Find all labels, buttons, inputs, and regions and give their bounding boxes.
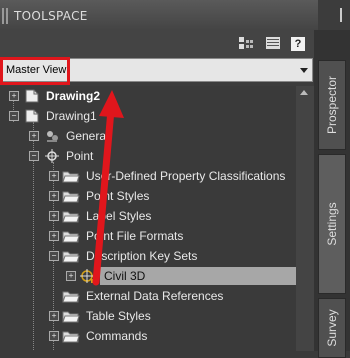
tree-item-commands[interactable]: + Commands [0,326,296,346]
expand-icon[interactable]: + [9,91,19,101]
tree-item-label: Drawing1 [46,109,97,123]
vertical-tab-strip: Prospector Settings Survey [314,30,350,358]
tree-item-drawing2[interactable]: + Drawing2 [0,86,296,106]
tree-item-general[interactable]: + General [0,126,296,146]
tree-item-point-file-formats[interactable]: + Point File Formats [0,226,296,246]
titlebar[interactable]: TOOLSPACE [0,0,318,31]
expand-icon[interactable]: + [49,211,59,221]
window-title: TOOLSPACE [14,9,88,23]
tree-item-label: Description Key Sets [86,249,198,263]
tab-label: Prospector [325,75,339,135]
tree-item-label: User-Defined Property Classifications [86,169,286,183]
item-view-icon[interactable] [238,36,254,50]
drawing-icon [24,108,40,124]
vertical-scrollbar[interactable] [296,86,314,351]
folder-icon [62,308,80,324]
folder-icon [62,288,80,304]
expand-icon[interactable]: + [66,271,76,281]
list-view-icon[interactable] [265,36,281,50]
drawing-icon [24,88,40,104]
help-button[interactable]: ? [291,37,305,51]
expand-icon[interactable]: + [49,331,59,341]
scroll-up-icon[interactable] [300,90,308,95]
tree-item-point[interactable]: − Point [0,146,296,166]
point-icon [44,148,60,164]
tree-item-drawing1[interactable]: − Drawing1 [0,106,296,126]
expand-icon[interactable]: + [49,231,59,241]
tree-item-external-data-references[interactable]: External Data References [0,286,296,306]
tree-item-label: Point Styles [86,189,150,203]
tree-item-label: Commands [86,329,148,343]
collapse-icon[interactable]: − [9,111,19,121]
tree-item-label: Label Styles [86,209,152,223]
tree-item-label: Drawing2 [46,89,101,103]
tree-item-label: Point [66,149,94,163]
collapse-icon[interactable]: − [49,251,59,261]
tree-item-label: Point File Formats [86,229,184,243]
folder-icon [62,168,80,184]
description-key-set-icon [80,268,96,284]
general-icon [44,128,60,144]
tab-prospector[interactable]: Prospector [318,60,346,150]
tree-item-civil-3d[interactable]: + Civil 3D [0,266,296,286]
tab-label: Settings [325,202,339,246]
view-selector[interactable]: Master View [0,58,313,82]
expand-icon[interactable]: + [49,191,59,201]
tree-item-point-styles[interactable]: + Point Styles [0,186,296,206]
expand-icon[interactable]: + [49,311,59,321]
folder-icon [62,188,80,204]
tree-item-label: Civil 3D [102,269,148,283]
expand-icon[interactable]: + [49,171,59,181]
folder-icon [62,208,80,224]
folder-icon [62,328,80,344]
tab-settings[interactable]: Settings [318,154,346,294]
collapse-icon[interactable]: − [29,151,39,161]
tree-item-label: Table Styles [86,309,151,323]
toolspace-window: TOOLSPACE ? Master View + Drawing2 − Dra… [0,0,350,358]
chevron-down-icon[interactable] [300,68,308,73]
tree-item-udp-classifications[interactable]: + User-Defined Property Classifications [0,166,296,186]
expand-icon[interactable]: + [29,131,39,141]
panel-edge-icon [340,8,342,22]
tree-item-table-styles[interactable]: + Table Styles [0,306,296,326]
tree-item-description-key-sets[interactable]: − Description Key Sets [0,246,296,266]
tab-survey[interactable]: Survey [318,298,346,358]
toolbar: ? [0,30,318,58]
view-selector-value: Master View [6,64,67,76]
tab-label: Survey [325,309,339,347]
folder-open-icon [62,248,80,264]
tree-item-label-styles[interactable]: + Label Styles [0,206,296,226]
tree-view: + Drawing2 − Drawing1 + General − Point … [0,86,296,351]
grip-handle[interactable] [2,8,8,24]
tree-item-label: General [66,129,109,143]
tree-item-label: External Data References [86,289,224,303]
folder-icon [62,228,80,244]
